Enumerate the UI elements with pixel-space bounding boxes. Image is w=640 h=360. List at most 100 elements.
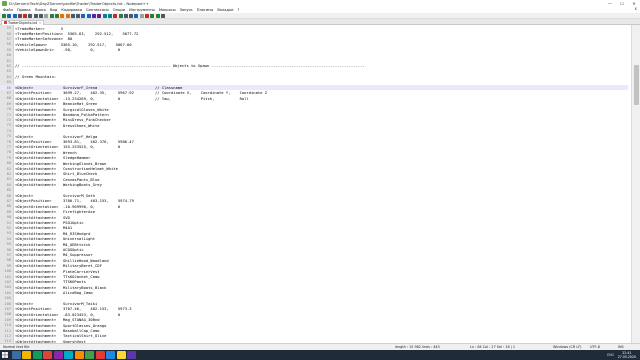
taskbar-app-icon[interactable] (127, 351, 136, 359)
menu-item[interactable]: Вид (50, 8, 57, 12)
line-number: 83 (6, 177, 11, 182)
taskbar-app-icon[interactable] (95, 351, 105, 359)
status-insert-mode: INS (618, 345, 624, 350)
vertical-scrollbar[interactable] (631, 25, 640, 343)
close-document-icon[interactable]: X (635, 7, 637, 11)
title-bar: D:\Server\rTech\DayZServer\profile\Trade… (0, 0, 640, 7)
line-number: 75 (6, 134, 11, 139)
line-number: 110 (4, 323, 12, 328)
taskbar-app-icon[interactable] (43, 351, 52, 359)
taskbar-app-icon[interactable] (64, 351, 73, 359)
window-title: D:\Server\rTech\DayZServer\profile\Trade… (9, 1, 149, 6)
line-number: 84 (6, 182, 11, 187)
line-number: 61 (6, 58, 11, 63)
toolbar-button-icon[interactable] (60, 13, 65, 18)
toolbar-button-icon[interactable] (70, 13, 75, 18)
toolbar-button-icon[interactable] (123, 13, 128, 18)
line-number: 56 (6, 31, 11, 36)
line-number: 105 (4, 296, 12, 301)
taskbar-app-icon[interactable] (106, 351, 115, 359)
toolbar-button-icon[interactable] (113, 13, 118, 18)
taskbar-app-icon[interactable] (53, 351, 63, 359)
menu-item[interactable]: Инструменты (129, 8, 155, 12)
line-number: 67 (6, 90, 11, 95)
line-number: 81 (6, 166, 11, 171)
line-number: 69 (6, 101, 11, 106)
toolbar-button-icon[interactable] (97, 13, 102, 18)
toolbar-button-icon[interactable] (17, 13, 22, 18)
taskbar-app-icon[interactable] (11, 351, 21, 359)
line-number: 71 (6, 112, 11, 117)
line-number: 74 (6, 128, 11, 133)
menu-item[interactable]: Опции (113, 8, 125, 12)
line-number: 102 (4, 279, 12, 284)
menu-item[interactable]: Макросы (159, 8, 176, 12)
toolbar-button-icon[interactable] (145, 13, 150, 18)
toolbar-button-icon[interactable] (139, 13, 144, 18)
toolbar-button-icon[interactable] (49, 13, 54, 18)
toolbar-button-icon[interactable] (39, 13, 44, 18)
toolbar-button-icon[interactable] (44, 13, 49, 18)
menu-item[interactable]: Поиск (35, 8, 46, 12)
line-number: 99 (6, 263, 11, 268)
line-number: 68 (6, 96, 11, 101)
line-number: 65 (6, 80, 11, 85)
toolbar-button-icon[interactable] (28, 13, 33, 18)
menu-item[interactable]: Файл (3, 8, 13, 12)
taskbar-clock[interactable]: 22:41 27.05.2020 (618, 351, 636, 359)
menu-item[interactable]: Синтаксисы (86, 8, 109, 12)
line-number: 85 (6, 188, 11, 193)
close-window-button[interactable]: ✕ (628, 0, 640, 7)
taskbar-app-icon[interactable] (32, 351, 42, 359)
menu-item[interactable]: Правка (17, 8, 31, 12)
toolbar-button-icon[interactable] (76, 13, 81, 18)
start-button[interactable] (0, 350, 10, 360)
toolbar-button-icon[interactable] (150, 13, 155, 18)
taskbar-app-icon[interactable] (74, 351, 84, 359)
status-bar: Normal text file length : 15 982 lines :… (0, 343, 640, 350)
toolbar-button-icon[interactable] (155, 13, 160, 18)
toolbar-button-icon[interactable] (86, 13, 91, 18)
menu-item[interactable]: Плагины (197, 8, 214, 12)
toolbar-button-icon[interactable] (23, 13, 28, 18)
tray-language[interactable]: ENG (607, 353, 614, 357)
toolbar-button-icon[interactable] (54, 13, 59, 18)
menu-item[interactable]: ? (238, 8, 240, 12)
menu-item[interactable]: Вкладки (217, 8, 233, 12)
toolbar-button-icon[interactable] (7, 13, 12, 18)
line-number: 77 (6, 144, 11, 149)
line-number: 97 (6, 252, 11, 257)
line-number: 59 (6, 47, 11, 52)
toolbar-button-icon[interactable] (107, 13, 112, 18)
menu-item[interactable]: Запуск (180, 8, 193, 12)
line-number: 80 (6, 161, 11, 166)
line-number: 108 (4, 312, 12, 317)
line-number: 72 (6, 117, 11, 122)
toolbar-button-icon[interactable] (129, 13, 134, 18)
text-editor[interactable]: 55 <TradeMarker> 5 56 <TradeMarkerPosition>… (0, 25, 640, 343)
scrollbar-thumb[interactable] (634, 65, 639, 105)
window-controls: — ☐ ✕ (604, 0, 640, 7)
taskbar-app-icon[interactable] (22, 351, 31, 359)
toolbar-button-icon[interactable] (134, 13, 139, 18)
toolbar-button-icon[interactable] (118, 13, 123, 18)
line-number: 64 (6, 74, 11, 79)
toolbar-button-icon[interactable] (12, 13, 17, 18)
toolbar-button-icon[interactable] (33, 13, 38, 18)
status-file-type: Normal text file (3, 345, 30, 350)
maximize-button[interactable]: ☐ (616, 0, 628, 7)
toolbar-button-icon[interactable] (102, 13, 107, 18)
menu-item[interactable]: Кодировки (61, 8, 82, 12)
taskbar-app-icon[interactable] (116, 351, 126, 359)
toolbar-button-icon[interactable] (2, 13, 6, 18)
minimize-button[interactable]: — (604, 0, 616, 7)
toolbar-button-icon[interactable] (65, 13, 70, 18)
line-number: 79 (6, 155, 11, 160)
unsaved-file-icon (4, 21, 7, 25)
toolbar-button-icon[interactable] (92, 13, 97, 18)
line-number: 76 (6, 139, 11, 144)
taskbar-app-icon[interactable] (85, 351, 94, 359)
toolbar-button-icon[interactable] (81, 13, 86, 18)
line-number: 109 (4, 317, 12, 322)
toolbar-button-icon[interactable] (160, 13, 165, 18)
